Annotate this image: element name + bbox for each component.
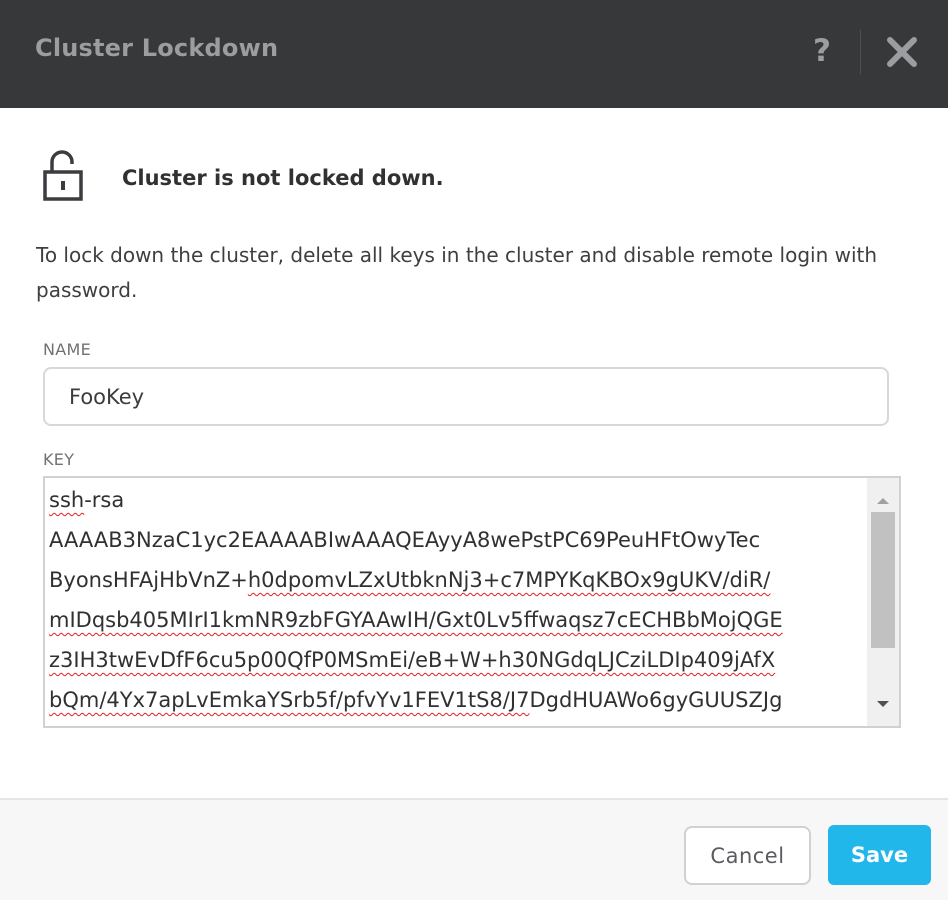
key-label: KEY [43,450,75,469]
help-icon[interactable]: ? [807,33,837,69]
cancel-button[interactable]: Cancel [684,826,811,885]
header-divider [860,30,861,74]
key-line-marked: h0dpomvLZxUtbknNj3+c7MPYKqKBOx9gUKV/diR/ [247,568,771,592]
key-line-plain: AAAAB3NzaC1yc2EAAAABIwAAAQEAyyA8wePstPC6… [49,528,761,552]
key-text: ssh-rsa AAAAB3NzaC1yc2EAAAABIwAAAQEAyyA8w… [49,480,869,720]
save-button[interactable]: Save [828,825,931,885]
unlocked-lock-icon [42,150,84,202]
close-icon[interactable] [886,36,918,68]
lockdown-status: Cluster is not locked down. [122,166,444,190]
dialog-title: Cluster Lockdown [35,34,279,62]
key-line-rest: -rsa [84,488,125,512]
key-line: bQm/4Yx7apLvEmkaYSrb5f/pfvYv1FEV1tS8/J7D… [49,680,869,720]
name-label: NAME [43,340,92,359]
key-line-marked: ssh [49,488,85,512]
key-line-marked: z3IH3twEvDfF6cu5p00QfP0MSmEi/eB+W+h30NGd… [49,648,776,672]
key-line-plain: ByonsHFAjHbVnZ+ [49,568,248,592]
scroll-down-arrow-icon[interactable] [867,688,899,720]
key-line: AAAAB3NzaC1yc2EAAAABIwAAAQEAyyA8wePstPC6… [49,520,869,560]
key-line-marked: mIDqsb405MIrI1kmNR9zbFGYAAwIH/Gxt0Lv5ffw… [49,608,783,632]
key-line: z3IH3twEvDfF6cu5p00QfP0MSmEi/eB+W+h30NGd… [49,640,869,680]
key-line: mIDqsb405MIrI1kmNR9zbFGYAAwIH/Gxt0Lv5ffw… [49,600,869,640]
key-line: ByonsHFAjHbVnZ+h0dpomvLZxUtbknNj3+c7MPYK… [49,560,869,600]
key-line: ssh-rsa [49,480,869,520]
scroll-thumb[interactable] [871,512,895,648]
key-line-marked: bQm/4Yx7apLvEmkaYSrb5f/pfvYv1FEV1tS8/J7 [49,688,530,712]
lockdown-description: To lock down the cluster, delete all key… [36,243,878,302]
key-textarea[interactable]: ssh-rsa AAAAB3NzaC1yc2EAAAABIwAAAQEAyyA8w… [43,476,901,728]
name-input[interactable] [43,367,889,426]
dialog-header: Cluster Lockdown ? [0,0,948,108]
key-line-rest: DgdHUAWo6gyGUUSZJg [529,688,783,712]
key-scrollbar[interactable] [867,478,899,726]
